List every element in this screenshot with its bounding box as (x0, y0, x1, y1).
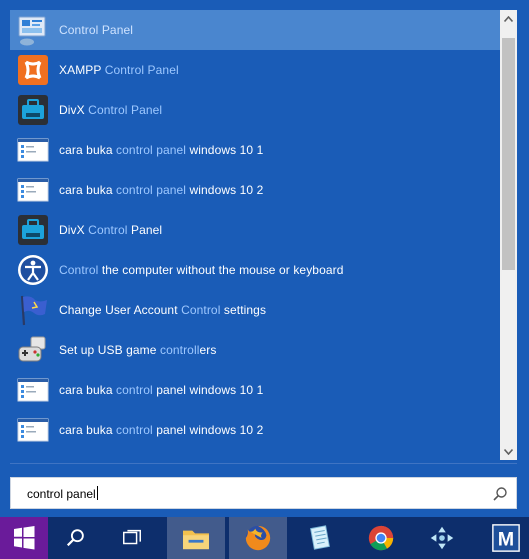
image-file-icon (16, 173, 50, 207)
taskbar: M (0, 517, 529, 559)
match-highlight: Control (181, 303, 221, 317)
result-item[interactable]: cara buka control panel windows 10 1 (10, 130, 500, 170)
match-highlight: controll (160, 343, 200, 357)
result-label: XAMPP Control Panel (59, 63, 179, 77)
result-label: cara buka control panel windows 10 1 (59, 143, 263, 157)
match-highlight: Control (88, 223, 128, 237)
search-icon[interactable] (492, 486, 508, 502)
m-app-icon: M (491, 523, 521, 553)
scrollbar-thumb[interactable] (502, 38, 515, 270)
image-file-icon (16, 133, 50, 167)
divx-icon (16, 213, 50, 247)
result-label: Control the computer without the mouse o… (59, 263, 344, 277)
file-explorer-button[interactable] (167, 517, 225, 559)
result-item[interactable]: Control Panel (10, 10, 500, 50)
task-view-icon (121, 527, 143, 549)
result-label: Control Panel (59, 23, 133, 37)
result-label: Change User Account Control settings (59, 303, 266, 317)
ease-of-access-icon (16, 253, 50, 287)
label-text: Change User Account (59, 303, 182, 317)
chrome-icon (366, 523, 396, 553)
chrome-button[interactable] (352, 517, 410, 559)
match-highlight: Control Panel (88, 103, 163, 117)
label-text: cara buka (59, 143, 117, 157)
psp-icon (427, 523, 457, 553)
scroll-down-icon[interactable] (500, 443, 517, 460)
result-label: DivX Control Panel (59, 223, 162, 237)
result-label: Set up USB game controllers (59, 343, 216, 357)
label-text: DivX (59, 223, 89, 237)
divider (10, 463, 517, 464)
search-icon (65, 527, 87, 549)
scrollbar[interactable] (500, 10, 517, 460)
firefox-button[interactable] (229, 517, 287, 559)
ppsspp-button[interactable] (413, 517, 471, 559)
label-text: Panel (127, 223, 163, 237)
match-highlight: Control (59, 263, 99, 277)
results-list: Control Panel XAMPP Control Panel DivX C… (10, 10, 500, 460)
folder-icon (181, 525, 211, 551)
game-controller-icon (16, 333, 50, 367)
search-box[interactable]: control panel (10, 477, 517, 509)
result-label: cara buka control panel windows 10 2 (59, 183, 263, 197)
label-text: the computer without the mouse or keyboa… (98, 263, 344, 277)
firefox-icon (243, 523, 273, 553)
result-item[interactable]: cara buka control panel windows 10 2 (10, 410, 500, 450)
search-input[interactable]: control panel (27, 485, 98, 501)
search-button[interactable] (48, 517, 104, 559)
label-text: cara buka (59, 383, 117, 397)
xampp-icon (16, 53, 50, 87)
result-label: cara buka control panel windows 10 2 (59, 423, 263, 437)
result-item[interactable]: DivX Control Panel (10, 90, 500, 130)
result-item[interactable]: Change User Account Control settings (10, 290, 500, 330)
start-button[interactable] (0, 517, 48, 559)
text-caret (96, 485, 98, 500)
label-text: panel windows 10 1 (152, 383, 264, 397)
label-text: XAMPP (59, 63, 105, 77)
label-text: panel windows 10 2 (152, 423, 264, 437)
divx-icon (16, 93, 50, 127)
label-text: cara buka (59, 423, 117, 437)
label-text: cara buka (59, 183, 117, 197)
match-highlight: control (116, 383, 153, 397)
scroll-up-icon[interactable] (500, 10, 517, 27)
match-highlight: Control Panel (59, 23, 134, 37)
control-panel-icon (16, 13, 50, 47)
result-item[interactable]: cara buka control panel windows 10 2 (10, 170, 500, 210)
svg-text:M: M (498, 529, 514, 551)
label-text: windows 10 1 (186, 143, 264, 157)
task-view-button[interactable] (104, 517, 160, 559)
result-item[interactable]: Set up USB game controllers (10, 330, 500, 370)
label-text: settings (220, 303, 267, 317)
result-label: cara buka control panel windows 10 1 (59, 383, 263, 397)
label-text: ers (199, 343, 217, 357)
result-item[interactable]: cara buka control panel windows 10 1 (10, 370, 500, 410)
image-file-icon (16, 413, 50, 447)
search-results-panel: Control Panel XAMPP Control Panel DivX C… (0, 0, 529, 517)
result-item[interactable]: DivX Control Panel (10, 210, 500, 250)
label-text: windows 10 2 (186, 183, 264, 197)
result-label: DivX Control Panel (59, 103, 162, 117)
result-item[interactable]: Control the computer without the mouse o… (10, 250, 500, 290)
uac-flag-icon (16, 293, 50, 327)
label-text: DivX (59, 103, 89, 117)
notepad-icon (305, 523, 335, 553)
m-app-button[interactable]: M (483, 517, 529, 559)
match-highlight: control panel (116, 183, 187, 197)
windows-logo-icon (0, 517, 48, 559)
match-highlight: control (116, 423, 153, 437)
match-highlight: control panel (116, 143, 187, 157)
label-text: Set up USB game (59, 343, 160, 357)
match-highlight: Control Panel (104, 63, 179, 77)
image-file-icon (16, 373, 50, 407)
notepad-button[interactable] (291, 517, 349, 559)
result-item[interactable]: XAMPP Control Panel (10, 50, 500, 90)
